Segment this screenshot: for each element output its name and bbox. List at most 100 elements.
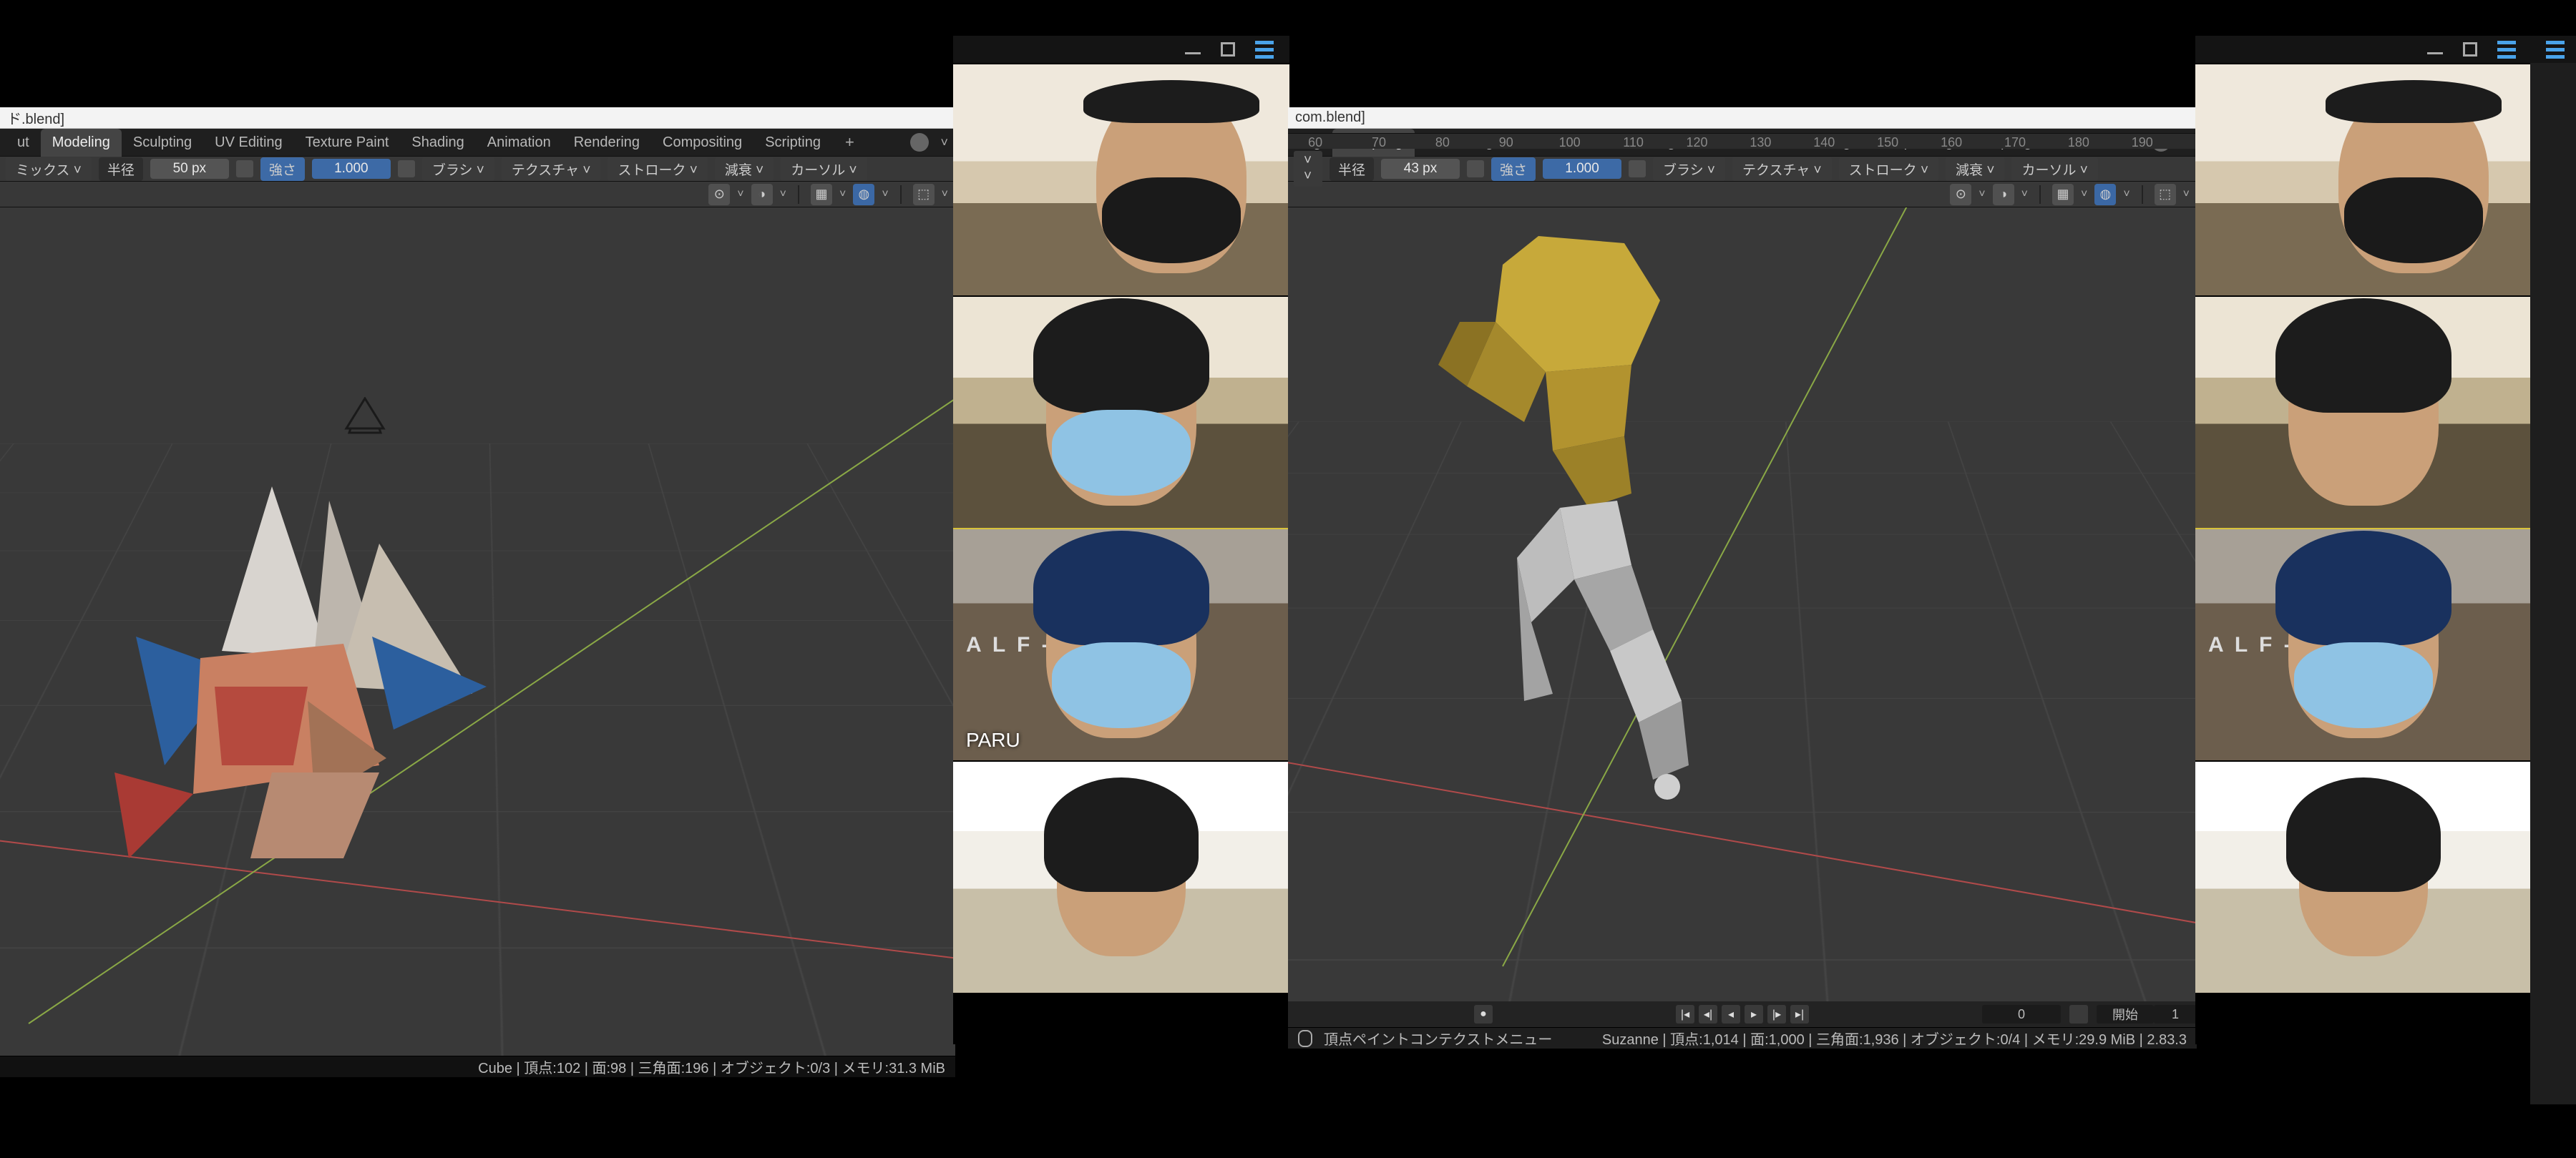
character-mesh[interactable] bbox=[1374, 222, 1782, 808]
tab-scripting[interactable]: Scripting bbox=[753, 129, 832, 157]
video-tile-host[interactable] bbox=[2195, 63, 2532, 295]
mesh-object[interactable] bbox=[72, 458, 515, 916]
tab-sculpting[interactable]: Sculpting bbox=[122, 129, 203, 157]
hamburger-icon[interactable] bbox=[1255, 41, 1274, 59]
texture-menu[interactable]: テクスチャ bbox=[502, 157, 601, 181]
tab-animation[interactable]: Animation bbox=[476, 129, 562, 157]
video-tile-paru[interactable]: A L F - L I F E bbox=[2195, 528, 2532, 760]
maximize-button[interactable] bbox=[2463, 42, 2477, 57]
tool-header: ˅ 半径 43 px 強さ 1.000 ブラシ テクスチャ ストローク 減衰 カ… bbox=[1288, 156, 2197, 182]
radius-pressure-toggle[interactable] bbox=[236, 160, 253, 177]
call-window-controls bbox=[2195, 36, 2532, 63]
tick: 70 bbox=[1372, 135, 1386, 150]
blender-window-1: ド.blend] ut Modeling Sculpting UV Editin… bbox=[0, 107, 955, 1104]
face-mask bbox=[1052, 410, 1191, 496]
timeline[interactable]: ● |◂ ◂| ◂ ▸ |▸ ▸| 0 開始 1 bbox=[1288, 1001, 2197, 1027]
call-window-controls bbox=[953, 36, 1289, 63]
keyframe-next-button[interactable]: |▸ bbox=[1767, 1005, 1786, 1024]
proportional-icon[interactable]: ◑ bbox=[1993, 184, 2014, 205]
frame-current-field[interactable]: 0 bbox=[1982, 1005, 2061, 1024]
blender-window-3-partial bbox=[2530, 36, 2576, 1104]
strength-pressure-toggle[interactable] bbox=[398, 160, 415, 177]
tab-compositing[interactable]: Compositing bbox=[651, 129, 753, 157]
overlay-icon[interactable]: ▦ bbox=[811, 184, 832, 205]
hamburger-icon[interactable] bbox=[2497, 41, 2516, 59]
video-tile-host[interactable] bbox=[953, 63, 1289, 295]
jump-start-button[interactable]: |◂ bbox=[1676, 1005, 1694, 1024]
tick: 110 bbox=[1623, 135, 1644, 150]
tab-uv-editing[interactable]: UV Editing bbox=[203, 129, 294, 157]
tick: 160 bbox=[1941, 135, 1962, 150]
hamburger-icon[interactable] bbox=[2546, 41, 2565, 59]
brush-menu[interactable]: ブラシ bbox=[422, 157, 494, 181]
strength-field[interactable]: 1.000 bbox=[312, 159, 391, 179]
frame-end-field[interactable]: 1 bbox=[2154, 1005, 2197, 1024]
falloff-menu[interactable]: 減衰 bbox=[1946, 157, 2004, 181]
hair bbox=[2275, 531, 2451, 645]
play-reverse-button[interactable]: ◂ bbox=[1722, 1005, 1740, 1024]
jump-end-button[interactable]: ▸| bbox=[1790, 1005, 1809, 1024]
hair bbox=[1033, 531, 1209, 645]
keying-icon[interactable] bbox=[2069, 1005, 2088, 1024]
scene-icon[interactable] bbox=[910, 133, 929, 152]
face bbox=[2288, 320, 2439, 506]
maximize-button[interactable] bbox=[1221, 42, 1235, 57]
tick: 60 bbox=[1308, 135, 1322, 150]
timeline-ruler[interactable]: 60 70 80 90 100 110 120 130 140 150 160 … bbox=[1288, 133, 2197, 149]
tab-rendering[interactable]: Rendering bbox=[562, 129, 651, 157]
tab-add-button[interactable]: + bbox=[832, 133, 867, 152]
cursor-menu[interactable]: カーソル bbox=[781, 157, 867, 181]
minimize-button[interactable] bbox=[1185, 52, 1201, 54]
shading-wire-icon[interactable]: ⬚ bbox=[2155, 184, 2176, 205]
face bbox=[2299, 799, 2428, 956]
strength-pressure-toggle[interactable] bbox=[1629, 160, 1646, 177]
video-call-sidebar-1: A L F - L I F E PARU bbox=[953, 36, 1289, 1044]
overlay-icon[interactable]: ▦ bbox=[2052, 184, 2074, 205]
radius-field[interactable]: 43 px bbox=[1381, 159, 1460, 179]
xray-icon[interactable]: ◍ bbox=[2094, 184, 2116, 205]
status-text: Cube | 頂点:102 | 面:98 | 三角面:196 | オブジェクト:… bbox=[478, 1056, 945, 1077]
video-tile-2[interactable] bbox=[2195, 295, 2532, 528]
video-tile-4[interactable] bbox=[2195, 760, 2532, 993]
hair bbox=[2286, 777, 2441, 892]
radius-pressure-toggle[interactable] bbox=[1467, 160, 1484, 177]
xray-icon[interactable]: ◍ bbox=[853, 184, 874, 205]
keyframe-prev-button[interactable]: ◂| bbox=[1699, 1005, 1717, 1024]
falloff-menu[interactable]: 減衰 bbox=[715, 157, 774, 181]
cursor-menu[interactable]: カーソル bbox=[2011, 157, 2097, 181]
mode-select[interactable]: ˅ bbox=[1294, 151, 1322, 187]
face bbox=[1057, 799, 1186, 956]
auto-key-toggle[interactable]: ● bbox=[1474, 1005, 1493, 1024]
window-title: com.blend] bbox=[1295, 109, 1365, 126]
stroke-menu[interactable]: ストローク bbox=[608, 157, 707, 181]
tab-texture-paint[interactable]: Texture Paint bbox=[294, 129, 401, 157]
tab-modeling[interactable]: Modeling bbox=[41, 129, 122, 157]
face-mask bbox=[2294, 642, 2433, 728]
tick: 170 bbox=[2004, 135, 2026, 150]
strength-field[interactable]: 1.000 bbox=[1543, 159, 1621, 179]
proportional-icon[interactable]: ◑ bbox=[751, 184, 773, 205]
tick: 140 bbox=[1813, 135, 1835, 150]
hair bbox=[1083, 80, 1259, 123]
viewport-header-icons: ⊙˅ ◑˅ ▦˅ ◍˅ ⬚ ˅ bbox=[0, 182, 955, 207]
mode-select[interactable]: ミックス bbox=[6, 157, 92, 181]
video-tile-paru[interactable]: A L F - L I F E PARU bbox=[953, 528, 1289, 760]
radius-field[interactable]: 50 px bbox=[150, 159, 229, 179]
stroke-menu[interactable]: ストローク bbox=[1839, 157, 1938, 181]
scene-dropdown-icon[interactable]: ˅ bbox=[940, 135, 948, 150]
video-tile-4[interactable] bbox=[953, 760, 1289, 993]
magnet-icon[interactable]: ⊙ bbox=[1950, 184, 1971, 205]
minimize-button[interactable] bbox=[2427, 52, 2443, 54]
brush-menu[interactable]: ブラシ bbox=[1653, 157, 1725, 181]
video-tile-2[interactable] bbox=[953, 295, 1289, 528]
tab-shading[interactable]: Shading bbox=[400, 129, 475, 157]
tab-layout[interactable]: ut bbox=[6, 129, 41, 157]
hair bbox=[2326, 80, 2502, 123]
strength-label: 強さ bbox=[1491, 157, 1536, 181]
3d-viewport[interactable] bbox=[0, 207, 955, 1056]
play-button[interactable]: ▸ bbox=[1745, 1005, 1763, 1024]
magnet-icon[interactable]: ⊙ bbox=[708, 184, 730, 205]
texture-menu[interactable]: テクスチャ bbox=[1732, 157, 1832, 181]
mouse-icon bbox=[1298, 1030, 1312, 1047]
shading-wire-icon[interactable]: ⬚ bbox=[913, 184, 935, 205]
